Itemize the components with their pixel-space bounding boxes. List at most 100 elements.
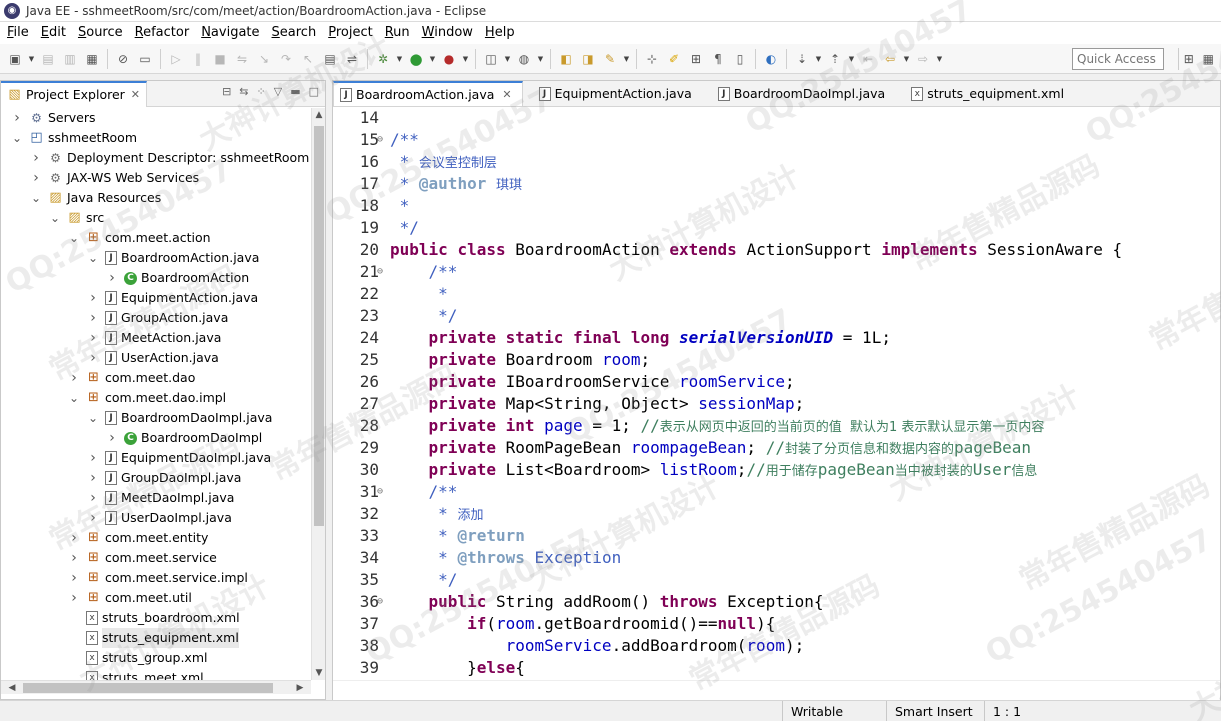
collapsed-chevron-icon[interactable]: ›: [11, 108, 23, 128]
collapsed-chevron-icon[interactable]: ›: [87, 288, 99, 308]
step-return-icon[interactable]: ↖: [298, 49, 318, 69]
expanded-chevron-icon[interactable]: ⌄: [87, 252, 99, 264]
tree-item[interactable]: › J UserAction.java: [87, 348, 219, 368]
step-over-icon[interactable]: ↷: [276, 49, 296, 69]
collapsed-chevron-icon[interactable]: ›: [87, 488, 99, 508]
use-step-filters-icon[interactable]: ⇌: [342, 49, 362, 69]
menu-window[interactable]: Window: [415, 22, 478, 44]
view-menu-chevron-icon[interactable]: ▽: [274, 85, 282, 98]
show-whitespace-icon[interactable]: ¶: [708, 49, 728, 69]
last-edit-location-icon[interactable]: ⇤: [858, 49, 878, 69]
maximize-icon[interactable]: □: [309, 85, 319, 98]
new-java-class-icon[interactable]: ◍: [514, 49, 534, 69]
scrollbar-thumb[interactable]: [23, 683, 273, 693]
new-java-project-icon[interactable]: ◫: [481, 49, 501, 69]
tree-item[interactable]: › C BoardroomAction: [106, 268, 249, 288]
quick-access-input[interactable]: [1072, 48, 1164, 70]
chevron-down-icon[interactable]: ▼: [27, 49, 36, 69]
close-icon[interactable]: ✕: [502, 88, 511, 101]
fold-toggle-icon[interactable]: ⊖: [377, 481, 383, 503]
skip-breakpoints-icon[interactable]: ⊘: [113, 49, 133, 69]
tree-item[interactable]: › J MeetAction.java: [87, 328, 221, 348]
disconnect-icon[interactable]: ⇋: [232, 49, 252, 69]
expanded-chevron-icon[interactable]: ⌄: [68, 232, 80, 244]
show-source-icon[interactable]: ▯: [730, 49, 750, 69]
tree-item[interactable]: ⌄ ▨ Java Resources: [30, 188, 161, 208]
chevron-down-icon[interactable]: ▼: [503, 49, 512, 69]
tree-item[interactable]: › J GroupDaoImpl.java: [87, 468, 241, 488]
tree-item[interactable]: › ⊞ com.meet.service.impl: [68, 568, 248, 588]
tree-item[interactable]: › ⚙ JAX-WS Web Services: [30, 168, 199, 188]
toggle-highlight-icon[interactable]: ✐: [664, 49, 684, 69]
editor-tab[interactable]: J EquipmentAction.java: [533, 81, 702, 106]
toggle-block-selection-icon[interactable]: ⊞: [686, 49, 706, 69]
explorer-vertical-scrollbar[interactable]: ▲ ▼: [311, 108, 325, 680]
toggle-mark-occurrences-icon[interactable]: ⊹: [642, 49, 662, 69]
tree-item[interactable]: › C BoardroomDaoImpl: [106, 428, 262, 448]
terminate-icon[interactable]: ■: [210, 49, 230, 69]
debug-icon[interactable]: ✲: [373, 49, 393, 69]
code-area[interactable]: 14 15 ⊖/** 16 * 会议室控制层 17 * @author 琪琪 18 * 19…: [333, 108, 1220, 680]
menu-search[interactable]: Search: [265, 22, 322, 44]
chevron-down-icon[interactable]: ▼: [622, 49, 631, 69]
collapsed-chevron-icon[interactable]: ›: [68, 368, 80, 388]
collapsed-chevron-icon[interactable]: ›: [87, 328, 99, 348]
print-icon[interactable]: ▦: [82, 49, 102, 69]
tree-item[interactable]: › J GroupAction.java: [87, 308, 228, 328]
collapse-all-icon[interactable]: ⊟: [222, 85, 231, 98]
filter-icon[interactable]: ⁘: [257, 85, 266, 98]
editor-horizontal-scrollbar[interactable]: [333, 680, 1220, 700]
save-icon[interactable]: ▤: [38, 49, 58, 69]
tree-item[interactable]: ⌄ J BoardroomDaoImpl.java: [87, 408, 272, 428]
chevron-down-icon[interactable]: ▼: [536, 49, 545, 69]
terminal-icon[interactable]: ▭: [135, 49, 155, 69]
tree-item[interactable]: x struts_group.xml: [68, 648, 207, 668]
expanded-chevron-icon[interactable]: ⌄: [11, 132, 23, 144]
collapsed-chevron-icon[interactable]: ›: [87, 508, 99, 528]
open-task-icon[interactable]: ◨: [578, 49, 598, 69]
tree-item[interactable]: › ⚙ Deployment Descriptor: sshmeetRoom: [30, 148, 309, 168]
menu-project[interactable]: Project: [321, 22, 378, 44]
expanded-chevron-icon[interactable]: ⌄: [49, 212, 61, 224]
step-into-icon[interactable]: ↘: [254, 49, 274, 69]
chevron-down-icon[interactable]: ▼: [428, 49, 437, 69]
collapsed-chevron-icon[interactable]: ›: [87, 468, 99, 488]
tree-item[interactable]: ⌄ ⊞ com.meet.dao.impl: [68, 388, 226, 408]
collapsed-chevron-icon[interactable]: ›: [30, 148, 42, 168]
collapsed-chevron-icon[interactable]: ›: [68, 588, 80, 608]
resume-icon[interactable]: ▷: [166, 49, 186, 69]
open-type-icon[interactable]: ◧: [556, 49, 576, 69]
editor-tab[interactable]: x struts_equipment.xml: [905, 81, 1074, 106]
expanded-chevron-icon[interactable]: ⌄: [87, 412, 99, 424]
chevron-down-icon[interactable]: ▼: [395, 49, 404, 69]
editor-tab[interactable]: J BoardroomDaoImpl.java: [712, 81, 895, 106]
collapsed-chevron-icon[interactable]: ›: [87, 448, 99, 468]
tree-item[interactable]: › ⊞ com.meet.entity: [68, 528, 208, 548]
scrollbar-thumb[interactable]: [314, 126, 324, 526]
tree-item[interactable]: x struts_meet.xml: [68, 668, 204, 680]
collapsed-chevron-icon[interactable]: ›: [87, 308, 99, 328]
open-perspective-icon[interactable]: ⊞: [1180, 49, 1198, 69]
forward-icon[interactable]: ⇨: [913, 49, 933, 69]
search-icon[interactable]: ✎: [600, 49, 620, 69]
menu-help[interactable]: Help: [478, 22, 520, 44]
fold-toggle-icon[interactable]: ⊖: [377, 129, 383, 151]
fold-toggle-icon[interactable]: ⊖: [377, 261, 383, 283]
tree-item[interactable]: › ⚙ Servers: [11, 108, 95, 128]
scroll-left-icon[interactable]: ◀: [5, 681, 19, 695]
tree-item[interactable]: › J EquipmentAction.java: [87, 288, 258, 308]
tree-item[interactable]: › J MeetDaoImpl.java: [87, 488, 234, 508]
chevron-down-icon[interactable]: ▼: [902, 49, 911, 69]
tree-item[interactable]: › ⊞ com.meet.util: [68, 588, 192, 608]
menu-edit[interactable]: Edit: [34, 22, 71, 44]
next-annotation-icon[interactable]: ⇣: [792, 49, 812, 69]
tree-item[interactable]: › ⊞ com.meet.service: [68, 548, 217, 568]
chevron-down-icon[interactable]: ▼: [847, 49, 856, 69]
tree-item[interactable]: ⌄ ⊞ com.meet.action: [68, 228, 211, 248]
tree-item[interactable]: › J UserDaoImpl.java: [87, 508, 232, 528]
new-icon[interactable]: ▣: [5, 49, 25, 69]
collapsed-chevron-icon[interactable]: ›: [87, 348, 99, 368]
menu-run[interactable]: Run: [378, 22, 415, 44]
link-with-editor-icon[interactable]: ⇆: [239, 85, 248, 98]
scroll-up-icon[interactable]: ▲: [312, 108, 326, 122]
